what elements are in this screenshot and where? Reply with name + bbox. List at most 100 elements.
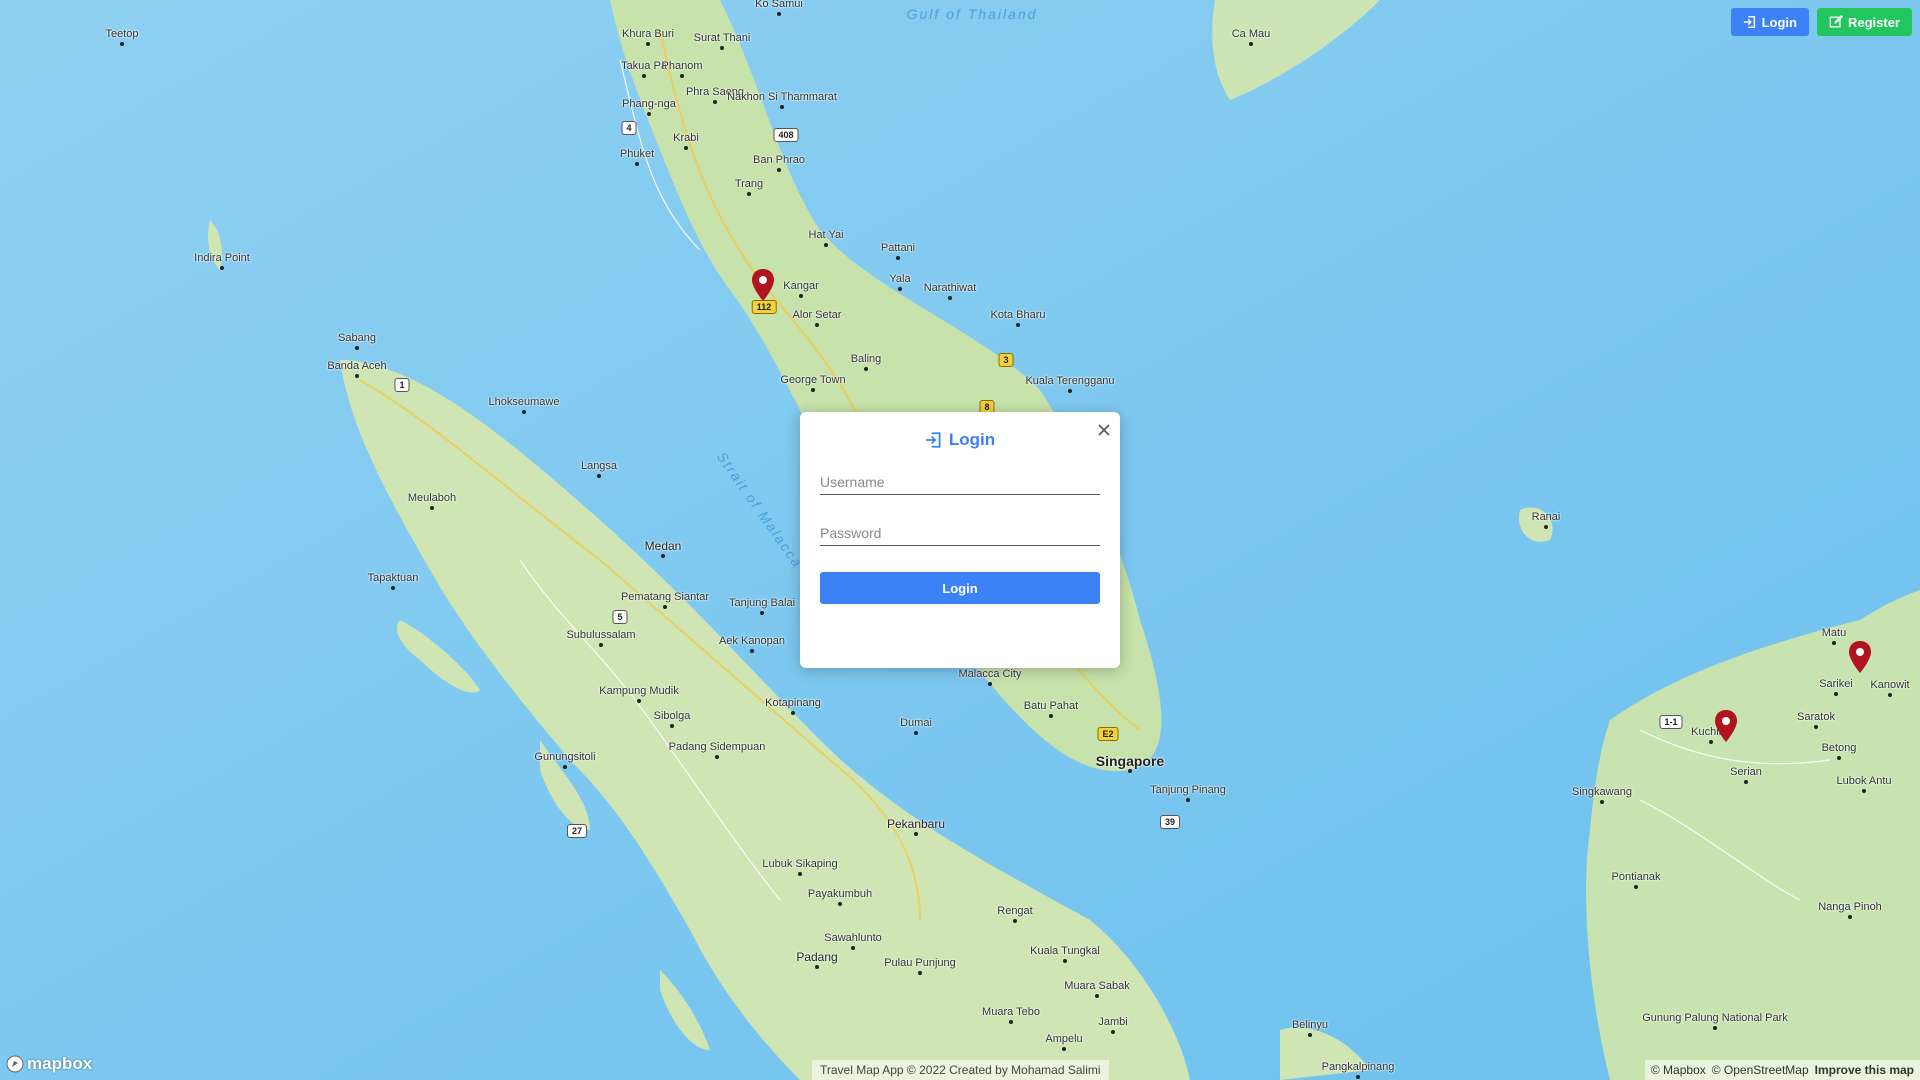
login-button[interactable]: Login [1730, 8, 1809, 36]
place-label: Khura Buri [622, 28, 674, 40]
place-dot [747, 192, 751, 196]
place-dot [1600, 800, 1604, 804]
place-dot [1837, 756, 1841, 760]
login-modal: Login Login [800, 412, 1120, 668]
password-input[interactable] [820, 521, 1100, 546]
place-dot [1814, 725, 1818, 729]
place-dot [1744, 780, 1748, 784]
place-dot [811, 388, 815, 392]
place-dot [220, 266, 224, 270]
place-dot [791, 711, 795, 715]
place-dot [760, 611, 764, 615]
place-dot [815, 965, 819, 969]
sea-label: Gulf of Thailand [906, 6, 1038, 22]
place-label: Surat Thani [693, 32, 751, 44]
place-label: Malacca City [958, 668, 1022, 680]
place-label: Trang [734, 178, 764, 190]
place-dot [815, 323, 819, 327]
mapbox-icon [6, 1055, 24, 1073]
mapbox-logo[interactable]: mapbox [6, 1054, 92, 1074]
place-dot [838, 902, 842, 906]
attribution-mapbox[interactable]: © Mapbox [1651, 1060, 1706, 1080]
place-label: Pulau Punjung [884, 957, 956, 969]
place-dot [896, 256, 900, 260]
place-label: Ko Samui [755, 0, 803, 10]
place-dot [1009, 1020, 1013, 1024]
place-dot [1888, 693, 1892, 697]
place-dot [750, 649, 754, 653]
place-dot [988, 682, 992, 686]
place-label: Muara Sabak [1064, 980, 1130, 992]
place-dot [680, 74, 684, 78]
place-dot [948, 296, 952, 300]
register-button[interactable]: Register [1816, 8, 1912, 36]
road-shield: 112 [751, 300, 777, 314]
road-shield: 5 [612, 610, 628, 624]
place-dot [1634, 885, 1638, 889]
place-dot [670, 724, 674, 728]
map-pin-marker[interactable] [1847, 640, 1873, 674]
road-shield: 1 [394, 378, 410, 392]
place-label: Batu Pahat [1023, 700, 1079, 712]
place-label: Banda Aceh [327, 360, 387, 372]
place-label: Muara Tebo [982, 1006, 1040, 1018]
place-dot [1356, 1075, 1360, 1079]
place-dot [355, 346, 359, 350]
place-label: Padang Sidempuan [668, 741, 766, 753]
place-label: Kampung Mudik [599, 685, 679, 697]
place-label: Phuket [619, 148, 655, 160]
place-label: Pontianak [1611, 871, 1661, 883]
place-dot [430, 506, 434, 510]
place-dot [1832, 641, 1836, 645]
road-shield: 1-1 [1659, 715, 1683, 729]
place-label: Matu [1821, 627, 1847, 639]
footer-credit: Travel Map App © 2022 Created by Mohamad… [812, 1060, 1109, 1080]
place-dot [713, 100, 717, 104]
place-label: Padang [796, 950, 838, 964]
place-label: Gunung Palung National Park [1642, 1012, 1788, 1024]
place-label: Dumai [900, 717, 932, 729]
place-dot [522, 410, 526, 414]
place-label: Sibolga [653, 710, 691, 722]
place-label: Lubuk Sikaping [762, 858, 838, 870]
place-label: Kota Bharu [990, 309, 1046, 321]
place-dot [1111, 1030, 1115, 1034]
place-dot [1068, 389, 1072, 393]
map-pin-marker[interactable] [750, 268, 776, 302]
place-dot [918, 971, 922, 975]
place-label: Indira Point [194, 252, 250, 264]
place-dot [898, 287, 902, 291]
place-dot [599, 643, 603, 647]
place-label: Kuala Tungkal [1030, 945, 1100, 957]
username-input[interactable] [820, 470, 1100, 495]
place-dot [647, 112, 651, 116]
improve-map-link[interactable]: Improve this map [1815, 1060, 1914, 1080]
map-pin-marker[interactable] [1713, 709, 1739, 743]
close-icon[interactable] [1094, 420, 1114, 440]
edit-icon [1829, 15, 1843, 28]
place-dot [1186, 798, 1190, 802]
place-dot [1249, 42, 1253, 46]
place-dot [1063, 959, 1067, 963]
place-label: Pematang Siantar [620, 591, 710, 603]
place-label: Tanjung Balai [728, 597, 796, 609]
place-dot [597, 474, 601, 478]
login-submit-button[interactable]: Login [820, 572, 1100, 604]
place-dot [1834, 692, 1838, 696]
attribution-osm[interactable]: © OpenStreetMap [1712, 1060, 1809, 1080]
place-dot [799, 294, 803, 298]
place-label: Pangkalpinang [1321, 1061, 1395, 1073]
place-dot [646, 42, 650, 46]
place-label: Takua Pa [621, 60, 667, 72]
place-dot [1128, 769, 1132, 773]
place-label: Langsa [580, 460, 618, 472]
place-label: Ampelu [1045, 1033, 1083, 1045]
place-label: Singapore [1095, 753, 1165, 769]
auth-buttons: Login Register [1730, 8, 1912, 36]
place-dot [1095, 994, 1099, 998]
place-dot [715, 755, 719, 759]
place-label: Ca Mau [1231, 28, 1271, 40]
place-label: Hat Yai [808, 229, 844, 241]
place-label: Sabang [338, 332, 376, 344]
login-button-label: Login [1761, 14, 1797, 30]
